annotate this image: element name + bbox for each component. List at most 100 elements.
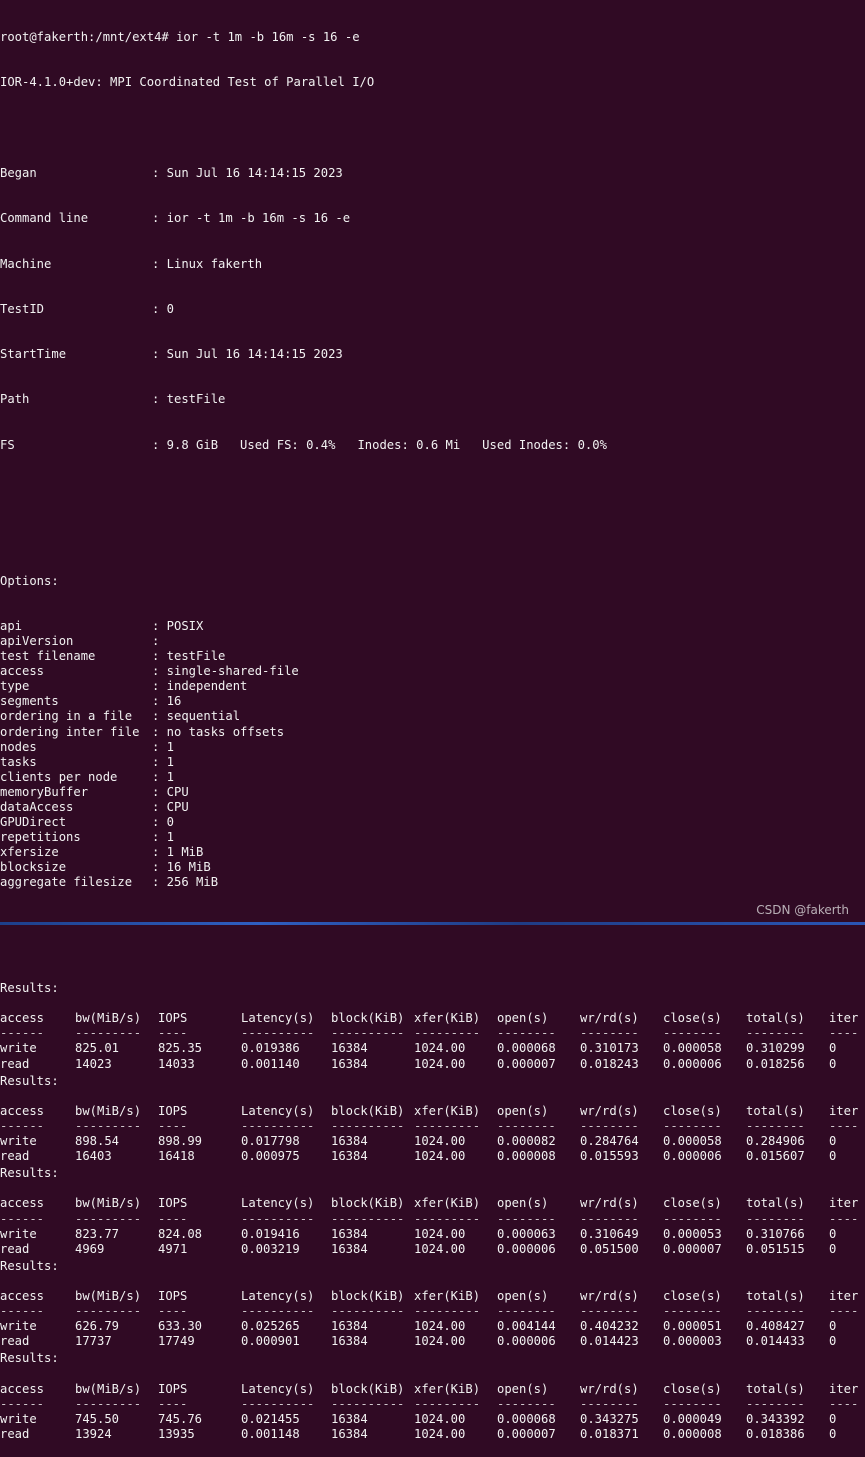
result-cell: 1024.00 — [414, 1426, 466, 1441]
column-dashes: --------- — [75, 1118, 142, 1133]
result-cell: 0.000068 — [497, 1041, 556, 1056]
result-cell: 14023 — [75, 1056, 112, 1071]
column-dashes: -------- — [497, 1211, 556, 1226]
result-cell: 16384 — [331, 1134, 368, 1149]
option-row: tasks: 1 — [0, 755, 865, 770]
column-dashes: -------- — [663, 1211, 722, 1226]
result-cell: 824.08 — [158, 1226, 203, 1241]
result-cell: 0 — [829, 1056, 837, 1071]
column-dashes: -------- — [746, 1118, 805, 1133]
column-header: open(s) — [497, 1196, 549, 1211]
column-header: iter — [829, 1011, 859, 1026]
result-cell: 745.50 — [75, 1411, 120, 1426]
column-dashes: --------- — [414, 1211, 481, 1226]
result-cell: 0.000008 — [497, 1149, 556, 1164]
result-cell: 17749 — [158, 1334, 195, 1349]
option-key: dataAccess — [0, 799, 74, 814]
column-header: total(s) — [746, 1011, 805, 1026]
result-cell: 1024.00 — [414, 1319, 466, 1334]
header-key: Began — [0, 166, 37, 181]
result-cell: 898.99 — [158, 1134, 203, 1149]
header-row: Path: testFile — [0, 392, 865, 407]
column-header: total(s) — [746, 1196, 805, 1211]
terminal-window[interactable]: root@fakerth:/mnt/ext4# ior -t 1m -b 16m… — [0, 0, 865, 1441]
result-cell: 16384 — [331, 1226, 368, 1241]
column-dashes: ---------- — [331, 1396, 405, 1411]
header-key: Machine — [0, 256, 52, 271]
result-cell: 0 — [829, 1241, 837, 1256]
result-cell: 1024.00 — [414, 1056, 466, 1071]
column-dashes: ------ — [0, 1026, 45, 1041]
option-row: clients per node: 1 — [0, 770, 865, 785]
table-row: read 16403 16418 0.000975 16384 1024.00 0.0000… — [0, 1149, 865, 1164]
column-header: open(s) — [497, 1103, 549, 1118]
option-key: aggregate filesize — [0, 875, 133, 890]
column-dashes: ---- — [829, 1396, 859, 1411]
option-row: repetitions: 1 — [0, 830, 865, 845]
column-header: Latency(s) — [241, 1196, 315, 1211]
results-title: Results: — [0, 1073, 59, 1088]
result-cell: 0.284906 — [746, 1134, 805, 1149]
result-cell: 0.310649 — [580, 1226, 639, 1241]
result-cell: 633.30 — [158, 1319, 203, 1334]
result-cell: 0.000975 — [241, 1149, 300, 1164]
option-key: apiVersion — [0, 633, 74, 648]
column-dashes: ---- — [158, 1396, 188, 1411]
column-dashes: ------ — [0, 1304, 45, 1319]
results-block: Results: access bw(MiB/s) IOPS Latency(s) blo… — [0, 1166, 865, 1257]
results-title: Results: — [0, 981, 59, 996]
column-header: xfer(KiB) — [414, 1011, 481, 1026]
header-info: Began: Sun Jul 16 14:14:15 2023 Command … — [0, 136, 865, 483]
results-dash-row: ------ --------- ---- ---------- ---------- -… — [0, 1397, 865, 1412]
column-header: IOPS — [158, 1288, 188, 1303]
result-cell: 13935 — [158, 1426, 195, 1441]
result-cell: 0.000068 — [497, 1411, 556, 1426]
results-header-row: access bw(MiB/s) IOPS Latency(s) block(KiB) x… — [0, 1104, 865, 1119]
column-dashes: -------- — [580, 1026, 639, 1041]
option-key: api — [0, 618, 23, 633]
result-cell: 4969 — [75, 1241, 105, 1256]
column-dashes: ------ — [0, 1211, 45, 1226]
result-cell: 0.025265 — [241, 1319, 300, 1334]
result-cell: 13924 — [75, 1426, 112, 1441]
option-row: test filename: testFile — [0, 649, 865, 664]
result-cell: 0.019386 — [241, 1041, 300, 1056]
column-dashes: -------- — [497, 1304, 556, 1319]
option-row: xfersize: 1 MiB — [0, 845, 865, 860]
header-value: : testFile — [152, 392, 226, 407]
option-value: : CPU — [152, 799, 189, 814]
column-header: open(s) — [497, 1288, 549, 1303]
option-row: ordering in a file: sequential — [0, 709, 865, 724]
column-dashes: -------- — [746, 1026, 805, 1041]
ior-banner: IOR-4.1.0+dev: MPI Coordinated Test of P… — [0, 75, 375, 90]
column-header: access — [0, 1011, 45, 1026]
result-cell: 17737 — [75, 1334, 112, 1349]
column-dashes: ------ — [0, 1118, 45, 1133]
column-dashes: -------- — [746, 1304, 805, 1319]
result-cell: write — [0, 1319, 37, 1334]
result-cell: 0.000006 — [497, 1241, 556, 1256]
column-header: IOPS — [158, 1011, 188, 1026]
result-cell: 825.35 — [158, 1041, 203, 1056]
column-dashes: -------- — [580, 1211, 639, 1226]
header-row: StartTime: Sun Jul 16 14:14:15 2023 — [0, 347, 865, 362]
option-value: : independent — [152, 679, 248, 694]
option-key: xfersize — [0, 845, 59, 860]
column-dashes: -------- — [663, 1396, 722, 1411]
column-header: bw(MiB/s) — [75, 1103, 142, 1118]
results-block: Results: access bw(MiB/s) IOPS Latency(s) blo… — [0, 1259, 865, 1350]
option-key: ordering in a file — [0, 709, 133, 724]
column-header: xfer(KiB) — [414, 1381, 481, 1396]
result-cell: write — [0, 1041, 37, 1056]
column-dashes: --------- — [75, 1211, 142, 1226]
column-dashes: ---------- — [241, 1396, 315, 1411]
result-cell: 823.77 — [75, 1226, 120, 1241]
option-row: api: POSIX — [0, 619, 865, 634]
result-cell: 0 — [829, 1134, 837, 1149]
result-cell: 0.000006 — [663, 1149, 722, 1164]
result-cell: 0.001148 — [241, 1426, 300, 1441]
table-row: write 745.50 745.76 0.021455 16384 1024.00 0.0… — [0, 1412, 865, 1427]
column-dashes: --------- — [414, 1304, 481, 1319]
